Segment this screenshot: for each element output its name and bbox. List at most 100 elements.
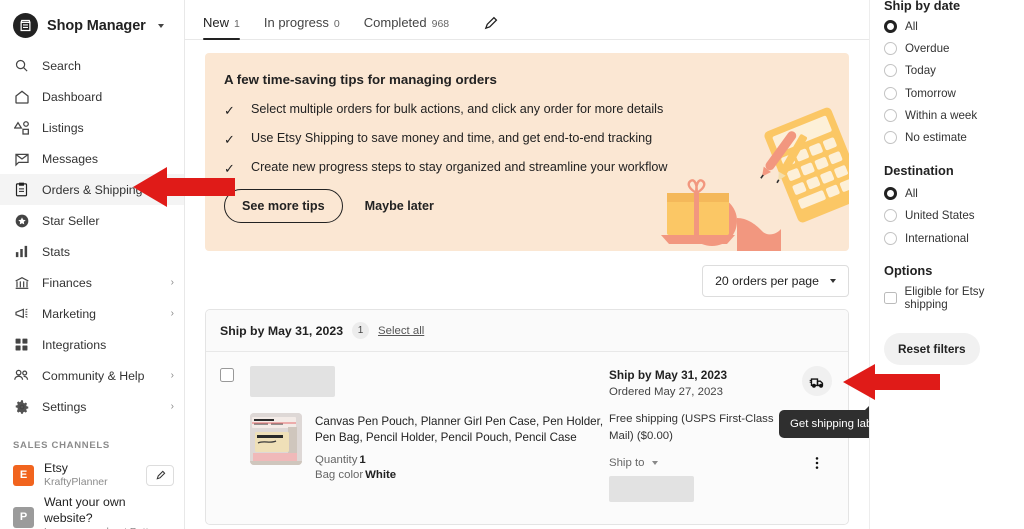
- filter-header-destination: Destination: [884, 162, 954, 178]
- sidebar-item-integrations[interactable]: Integrations: [0, 329, 184, 360]
- select-all-link[interactable]: Select all: [378, 325, 424, 337]
- tab-new[interactable]: New 1: [199, 15, 252, 40]
- reset-filters-button[interactable]: Reset filters: [884, 333, 980, 366]
- option-label: Within a week: [905, 109, 978, 123]
- get-shipping-labels-button[interactable]: [802, 366, 832, 396]
- chevron-right-icon: ›: [170, 308, 174, 319]
- filter-option-no-estimate[interactable]: No estimate: [884, 129, 1024, 147]
- tips-content: A few time-saving tips for managing orde…: [205, 53, 849, 223]
- radio-icon: [884, 131, 897, 145]
- check-icon: ✓: [224, 161, 235, 176]
- item-meta: Canvas Pen Pouch, Planner Girl Pen Case,…: [315, 413, 609, 481]
- tab-label: Completed: [363, 15, 427, 30]
- radio-icon: [884, 64, 897, 78]
- radio-icon: [884, 187, 897, 201]
- option-label: Tomorrow: [905, 86, 956, 100]
- sidebar-item-listings[interactable]: Listings: [0, 112, 184, 143]
- sidebar-label: Marketing: [42, 306, 96, 321]
- filter-option-eligible-etsy-shipping[interactable]: Eligible for Etsy shipping: [884, 285, 1024, 311]
- redacted-address: [609, 476, 694, 503]
- tab-completed[interactable]: Completed 968: [352, 15, 461, 39]
- tip-item: ✓ Use Etsy Shipping to save money and ti…: [224, 131, 849, 146]
- filter-header-options: Options: [884, 263, 933, 279]
- item-variation: Bag color White: [315, 469, 609, 481]
- radio-icon: [884, 231, 897, 245]
- tip-item: ✓ Create new progress steps to stay orga…: [224, 160, 849, 175]
- pattern-badge-icon: P: [13, 506, 34, 528]
- filter-option-international[interactable]: International: [884, 229, 1024, 247]
- product-thumbnail[interactable]: [250, 413, 302, 465]
- tab-label: In progress: [263, 15, 329, 30]
- sidebar-item-stats[interactable]: Stats: [0, 236, 184, 267]
- more-actions-button[interactable]: [802, 450, 832, 476]
- filter-option-united-states[interactable]: United States: [884, 207, 1024, 225]
- shop-manager-header[interactable]: Shop Manager: [0, 0, 184, 50]
- sales-channel-etsy[interactable]: E Etsy KraftyPlanner: [0, 458, 184, 492]
- sidebar-item-marketing[interactable]: Marketing ›: [0, 298, 184, 329]
- group-count-badge: 1: [352, 322, 370, 339]
- more-vertical-icon: [815, 457, 819, 469]
- orders-list: Ship by May 31, 2023 1 Select all Canvas…: [205, 309, 849, 526]
- sidebar-item-dashboard[interactable]: Dashboard: [0, 81, 184, 112]
- sidebar-label: Orders & Shipping: [42, 182, 143, 197]
- shipping-method: Free shipping (USPS First-Class Mail) ($…: [609, 413, 774, 443]
- sidebar-label: Star Seller: [42, 213, 100, 228]
- sidebar-item-orders-shipping[interactable]: Orders & Shipping: [0, 174, 184, 205]
- sidebar-item-search[interactable]: Search: [0, 50, 184, 81]
- sales-channels-header: SALES CHANNELS: [13, 440, 110, 451]
- order-row: Canvas Pen Pouch, Planner Girl Pen Case,…: [206, 352, 848, 525]
- tab-in-progress[interactable]: In progress 0: [252, 15, 352, 39]
- chevron-down-icon[interactable]: [157, 23, 164, 28]
- tip-text: Create new progress steps to stay organi…: [251, 160, 668, 174]
- filter-option-today[interactable]: Today: [884, 62, 1024, 80]
- see-more-tips-button[interactable]: See more tips: [224, 189, 343, 223]
- channel-name: Want your own website?: [44, 495, 126, 525]
- check-icon: ✓: [224, 132, 235, 147]
- etsy-badge-icon: E: [13, 464, 34, 486]
- people-icon: [13, 367, 30, 384]
- sidebar-item-star-seller[interactable]: Star Seller: [0, 205, 184, 236]
- filter-option-destination-all[interactable]: All: [884, 185, 1024, 203]
- filter-option-within-a-week[interactable]: Within a week: [884, 107, 1024, 125]
- pencil-icon: [484, 16, 498, 30]
- tab-label: New: [203, 15, 230, 30]
- chevron-down-icon: [830, 279, 836, 283]
- sidebar-item-community-help[interactable]: Community & Help ›: [0, 360, 184, 391]
- main-content: New 1 In progress 0 Completed 968 A few …: [185, 0, 869, 529]
- order-checkbox[interactable]: [220, 368, 234, 382]
- item-quantity: Quantity 1: [315, 454, 609, 466]
- tip-text: Select multiple orders for bulk actions,…: [251, 102, 664, 116]
- group-title: Ship by May 31, 2023: [220, 323, 344, 338]
- option-label: Overdue: [905, 42, 950, 56]
- filter-option-tomorrow[interactable]: Tomorrow: [884, 84, 1024, 102]
- listings-icon: [13, 119, 30, 136]
- sidebar-nav: Search Dashboard Listings Messages Order…: [0, 50, 184, 422]
- sidebar-item-finances[interactable]: Finances ›: [0, 267, 184, 298]
- option-label: International: [905, 231, 969, 245]
- grid-icon: [13, 336, 30, 353]
- sidebar-item-messages[interactable]: Messages: [0, 143, 184, 174]
- variation-label: Bag color: [315, 468, 364, 481]
- orders-per-page-select[interactable]: 20 orders per page: [702, 265, 849, 297]
- tips-list: ✓ Select multiple orders for bulk action…: [224, 102, 849, 175]
- sales-channel-pattern[interactable]: P Want your own website? Learn more abou…: [0, 492, 184, 529]
- home-icon: [13, 88, 30, 105]
- channel-subtitle: KraftyPlanner: [44, 476, 108, 489]
- main-scroll-area: A few time-saving tips for managing orde…: [185, 40, 869, 526]
- quantity-label: Quantity: [315, 453, 358, 466]
- edit-progress-steps-button[interactable]: [461, 16, 508, 39]
- sidebar-label: Finances: [42, 275, 92, 290]
- filter-option-overdue[interactable]: Overdue: [884, 40, 1024, 58]
- gear-icon: [13, 398, 30, 415]
- sidebar-item-settings[interactable]: Settings ›: [0, 391, 184, 422]
- order-left-column: Canvas Pen Pouch, Planner Girl Pen Case,…: [234, 366, 609, 502]
- option-label: No estimate: [905, 131, 967, 145]
- channel-text: Etsy KraftyPlanner: [44, 461, 136, 489]
- search-icon: [13, 57, 30, 74]
- sidebar-label: Listings: [42, 120, 84, 135]
- maybe-later-button[interactable]: Maybe later: [365, 199, 434, 213]
- filter-option-all[interactable]: All: [884, 18, 1024, 36]
- variation-value: White: [365, 468, 397, 481]
- per-page-row: 20 orders per page: [205, 251, 849, 309]
- edit-shop-button[interactable]: [146, 464, 174, 486]
